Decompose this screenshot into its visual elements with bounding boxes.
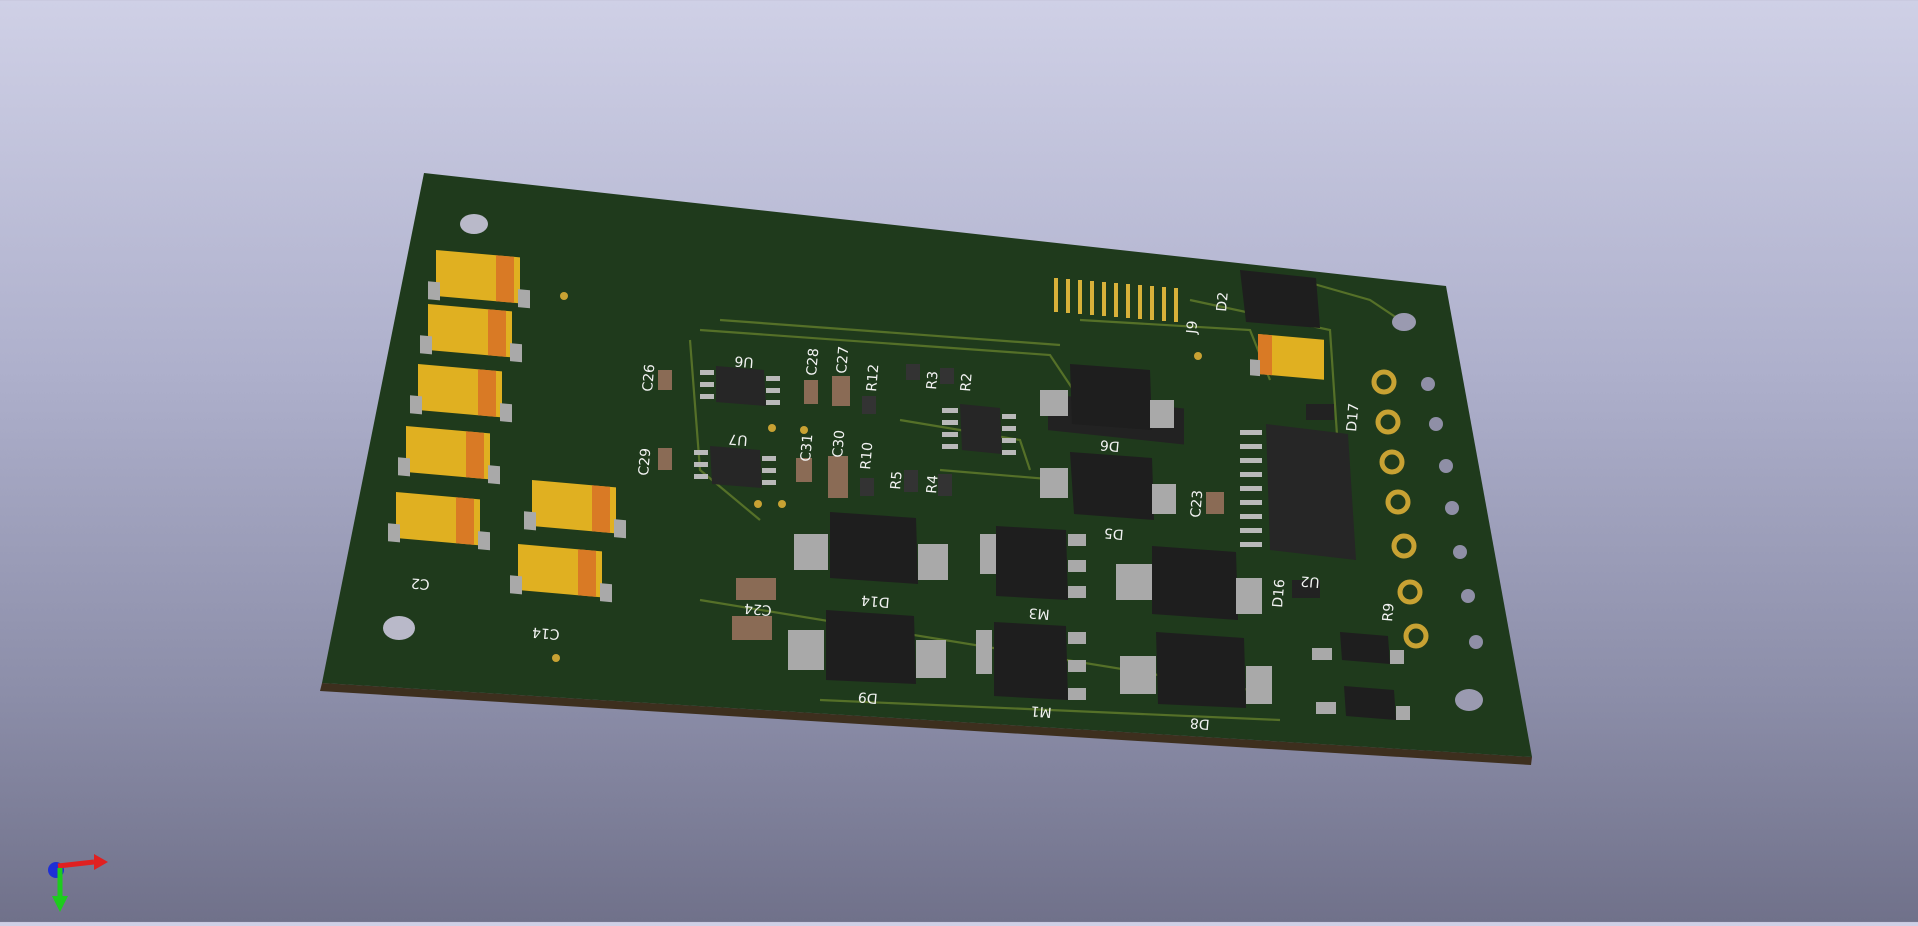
label-r4: R4 [924,474,942,494]
label-c2: C2 [410,574,430,592]
label-d16: D16 [1270,578,1288,608]
label-r12: R12 [864,364,882,393]
label-u7: U7 [728,430,748,448]
label-d17: D17 [1344,402,1362,432]
label-m3: M3 [1028,604,1050,622]
label-c27: C27 [834,345,852,374]
label-d9: D9 [857,688,878,706]
label-r9: R9 [1380,602,1398,622]
label-c23: C23 [1188,489,1206,518]
x-axis-arrow-icon [57,859,95,869]
label-d5: D5 [1103,524,1124,542]
axes-gizmo [48,854,108,912]
label-d2: D2 [1214,291,1232,312]
label-c31: C31 [798,433,816,462]
diode-d2 [1240,270,1320,328]
label-d8: D8 [1189,714,1210,732]
label-c26: C26 [640,363,658,392]
label-u6: U6 [734,352,755,370]
label-r3: R3 [924,370,942,390]
label-r10: R10 [858,442,876,471]
label-j9: J9 [1184,320,1201,335]
label-c30: C30 [830,429,848,458]
label-d14: D14 [860,592,890,610]
label-c14: C14 [531,624,560,642]
label-d6: D6 [1099,436,1120,454]
label-m1: M1 [1030,702,1052,720]
pcb-render[interactable]: C2 C14 C26 U6 C28 C27 R12 R3 R2 C29 U7 C… [0,0,1918,922]
label-c28: C28 [804,347,822,376]
label-c24: C24 [743,600,772,618]
label-r5: R5 [888,470,906,490]
label-r2: R2 [958,372,976,392]
label-u2: U2 [1300,572,1320,590]
label-c29: C29 [636,447,654,476]
3d-viewport[interactable]: C2 C14 C26 U6 C28 C27 R12 R3 R2 C29 U7 C… [0,0,1918,922]
